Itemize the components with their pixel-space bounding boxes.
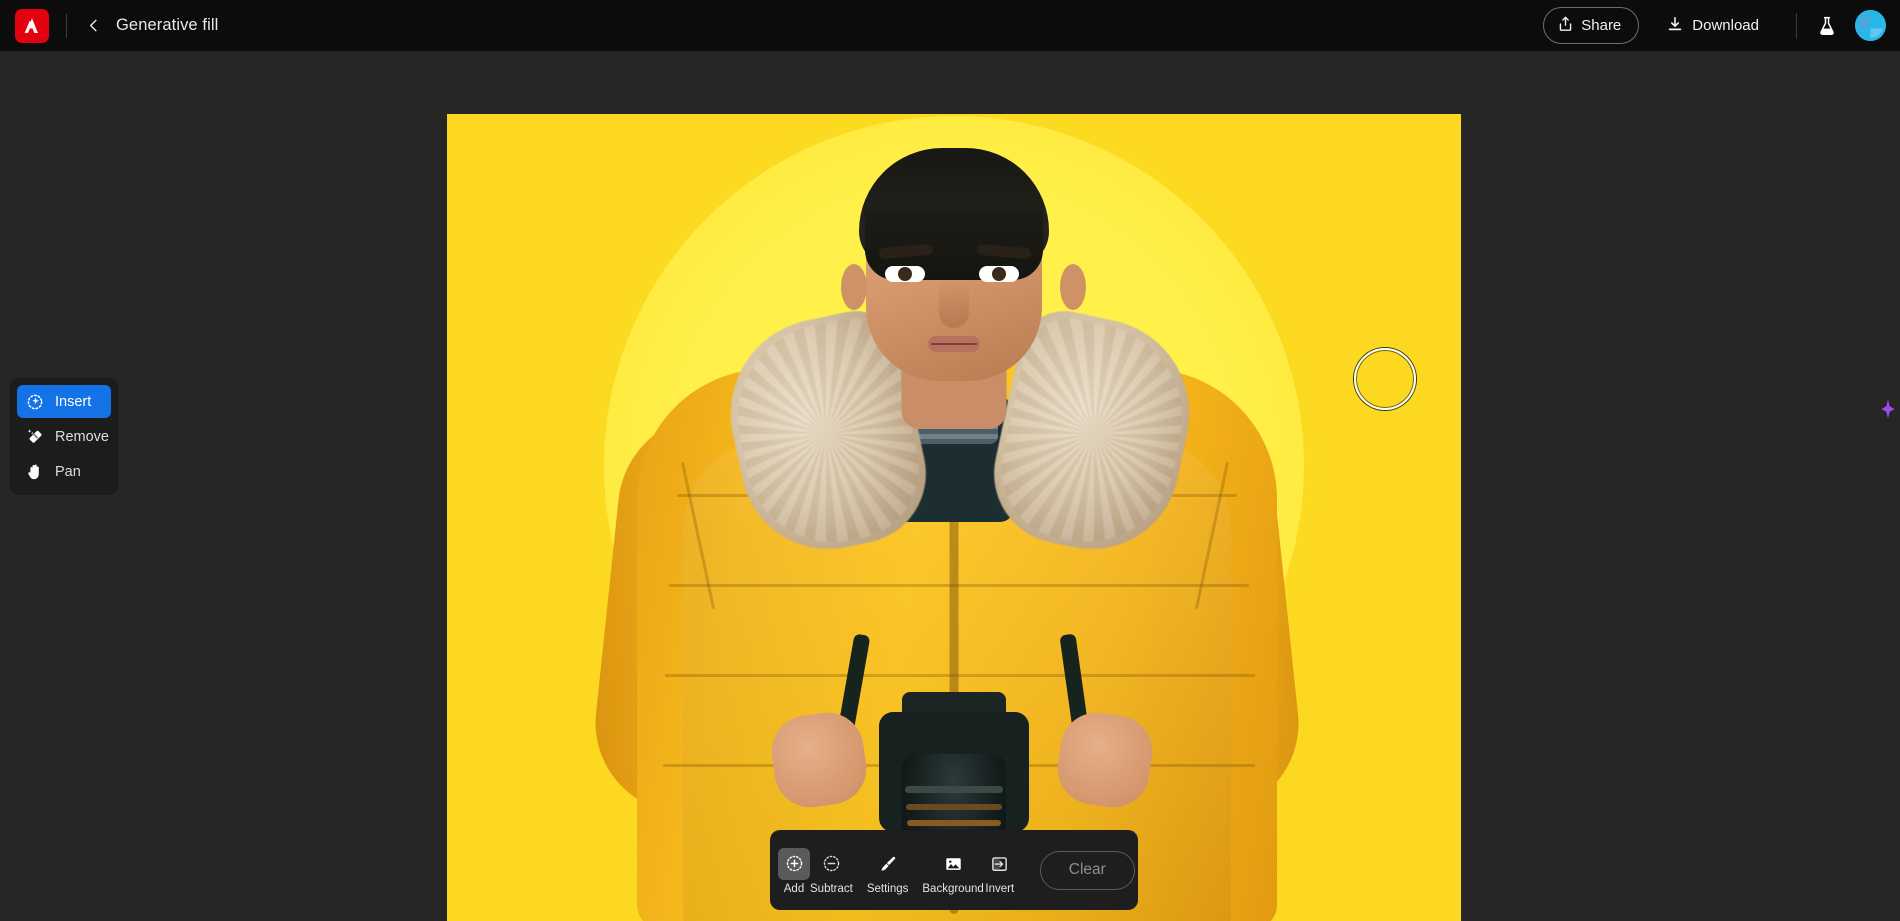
dashed-circle-minus-icon (815, 848, 847, 880)
selection-toolbar: Add Subtract Settings Background Invert … (770, 830, 1138, 910)
toolbar-invert-label: Invert (985, 882, 1015, 895)
image-mountain-icon (937, 848, 969, 880)
flask-beaker-icon[interactable] (1811, 10, 1843, 42)
app-root: Generative fill Share Download Insert Re… (0, 0, 1900, 921)
canvas-area[interactable] (0, 51, 1900, 921)
tool-pan-label: Pan (55, 463, 81, 480)
avatar[interactable] (1855, 10, 1886, 41)
toolbar-add-label: Add (783, 882, 805, 895)
toolbar-subtract-label: Subtract (810, 882, 853, 895)
share-upload-icon (1558, 16, 1573, 36)
source-image[interactable] (447, 114, 1461, 921)
topbar-actions: Share Download (1543, 7, 1900, 44)
image-subject (447, 114, 1461, 921)
share-button[interactable]: Share (1543, 7, 1640, 44)
tool-remove[interactable]: Remove (17, 420, 111, 453)
mouth (928, 336, 980, 352)
eye-left (885, 266, 925, 282)
page-title: Generative fill (116, 16, 219, 34)
ear-left (841, 264, 867, 310)
tool-insert[interactable]: Insert (17, 385, 111, 418)
download-button[interactable]: Download (1651, 7, 1778, 44)
toolbar-settings[interactable]: Settings (866, 846, 909, 895)
toolbar-invert[interactable]: Invert (984, 846, 1016, 895)
tool-pan[interactable]: Pan (17, 455, 111, 488)
chevron-left-icon[interactable] (78, 11, 108, 41)
sparkle-circle-icon (26, 393, 44, 411)
invert-selection-icon (984, 848, 1016, 880)
toolbar-settings-label: Settings (866, 882, 909, 895)
adobe-logo-icon[interactable] (15, 8, 49, 43)
magic-eraser-icon (26, 428, 44, 446)
download-arrow-icon (1667, 16, 1683, 36)
ear-right (1060, 264, 1086, 310)
nose (939, 280, 969, 328)
top-app-bar: Generative fill Share Download (0, 0, 1900, 51)
topbar-right-divider (1796, 12, 1797, 39)
topbar-divider (66, 13, 67, 38)
download-button-label: Download (1692, 17, 1759, 34)
ai-sparkle-icon[interactable] (1877, 395, 1899, 423)
brush-icon (872, 848, 904, 880)
toolbar-background-label: Background (922, 882, 984, 895)
toolbar-subtract[interactable]: Subtract (810, 846, 853, 895)
toolbar-add[interactable]: Add (778, 846, 810, 895)
share-button-label: Share (1581, 17, 1622, 34)
clear-button[interactable]: Clear (1039, 850, 1135, 890)
hand-icon (26, 463, 44, 481)
eye-right (979, 266, 1019, 282)
tool-panel: Insert Remove Pan (10, 378, 118, 495)
toolbar-background[interactable]: Background (922, 846, 984, 895)
dashed-circle-plus-icon (778, 847, 810, 880)
tool-insert-label: Insert (55, 393, 92, 410)
tool-remove-label: Remove (55, 428, 109, 445)
